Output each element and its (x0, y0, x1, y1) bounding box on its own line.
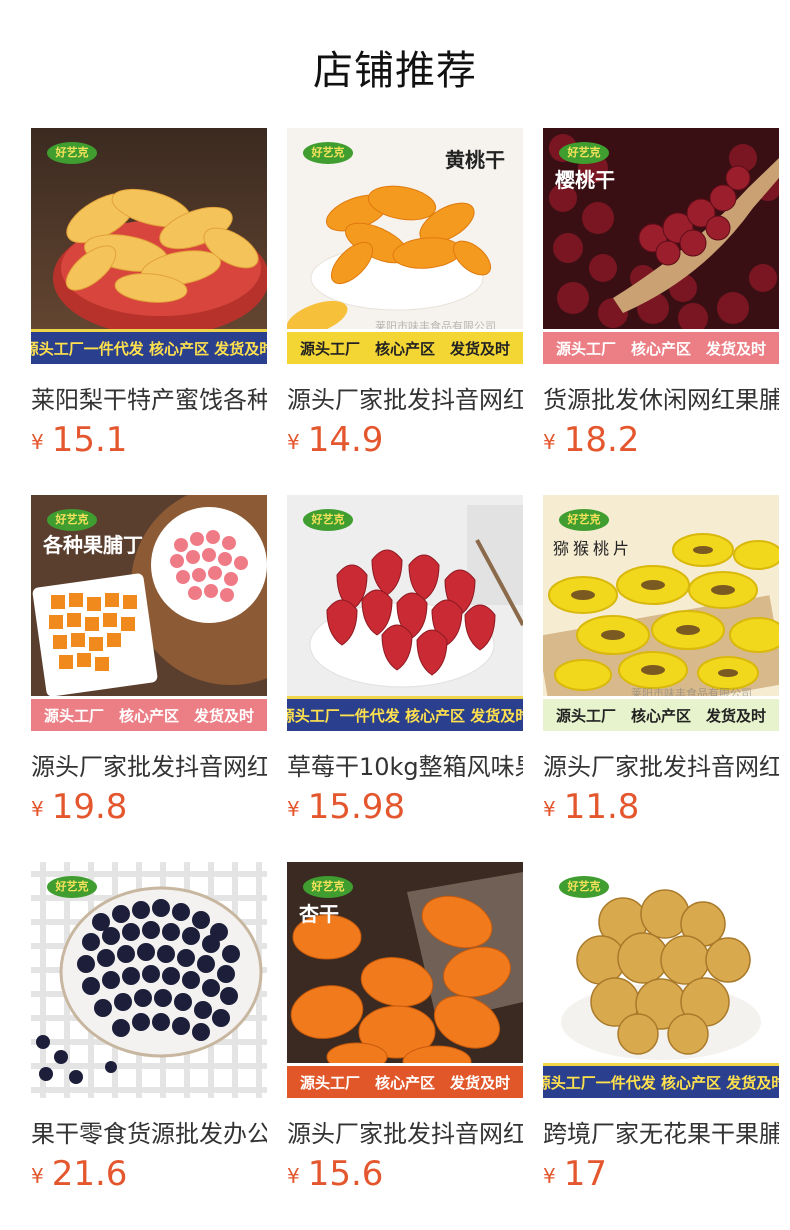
brand-logo: 好艺克 (559, 876, 609, 898)
product-image[interactable]: 好艺克 源头工厂一件代发 核心产区 发货及时 (287, 495, 523, 731)
product-name[interactable]: 跨境厂家无花果干果脯 (543, 1114, 779, 1149)
product-name[interactable]: 源头厂家批发抖音网红 (543, 747, 779, 782)
section-title: 店铺推荐 (313, 48, 477, 94)
product-image[interactable]: 好艺克 黄桃干 莱阳市味丰食品有限公司 源头工厂 核心产区 发货及时 (287, 128, 523, 364)
brand-logo: 好艺克 (47, 509, 97, 531)
price-value: 11.8 (563, 787, 640, 827)
price-value: 15.98 (307, 787, 406, 827)
brand-logo: 好艺克 (47, 876, 97, 898)
product-name[interactable]: 源头厂家批发抖音网红 (287, 380, 523, 415)
product-image[interactable]: 好艺克 猕猴桃片 莱阳市味丰食品有限公司 源头工厂 核心产区 发货及时 (543, 495, 779, 731)
promo-banner: 源头工厂 核心产区 发货及时 (543, 329, 779, 364)
brand-logo: 好艺克 (47, 142, 97, 164)
product-image[interactable]: 好艺克 源头工厂一件代发 核心产区 发货及时 (31, 128, 267, 364)
currency-symbol: ¥ (543, 1164, 556, 1188)
promo-banner: 源头工厂 核心产区 发货及时 (31, 696, 267, 731)
brand-logo: 好艺克 (303, 509, 353, 531)
product-card[interactable]: 好艺克 猕猴桃片 莱阳市味丰食品有限公司 源头工厂 核心产区 发货及时 源头厂家… (543, 495, 779, 827)
currency-symbol: ¥ (543, 797, 556, 821)
promo-banner: 源头工厂 核心产区 发货及时 (287, 1063, 523, 1098)
price-value: 17 (563, 1154, 607, 1194)
product-card[interactable]: 好艺克 樱桃干 源头工厂 核心产区 发货及时 货源批发休闲网红果脯 ¥18.2 (543, 128, 779, 460)
promo-banner: 源头工厂一件代发 核心产区 发货及时 (31, 329, 267, 364)
promo-banner: 源头工厂一件代发 核心产区 发货及时 (287, 696, 523, 731)
image-label: 猕猴桃片 (553, 539, 634, 558)
currency-symbol: ¥ (287, 430, 300, 454)
promo-banner: 源头工厂 核心产区 发货及时 (287, 329, 523, 364)
product-price: ¥15.6 (287, 1154, 383, 1194)
product-card[interactable]: 好艺克 源头工厂一件代发 核心产区 发货及时 莱阳梨干特产蜜饯各种 ¥15.1 (31, 128, 267, 460)
product-image[interactable]: 好艺克 杏干 源头工厂 核心产区 发货及时 (287, 862, 523, 1098)
product-price: ¥17 (543, 1154, 607, 1194)
product-card[interactable]: 好艺克 源头工厂一件代发 核心产区 发货及时 草莓干10kg整箱风味果 ¥15.… (287, 495, 523, 827)
product-name[interactable]: 草莓干10kg整箱风味果 (287, 747, 523, 782)
product-card[interactable]: 好艺克 杏干 源头工厂 核心产区 发货及时 源头厂家批发抖音网红 ¥15.6 (287, 862, 523, 1194)
product-price: ¥18.2 (543, 420, 639, 460)
product-price: ¥15.1 (31, 420, 127, 460)
brand-logo: 好艺克 (559, 509, 609, 531)
currency-symbol: ¥ (287, 1164, 300, 1188)
currency-symbol: ¥ (543, 430, 556, 454)
product-name[interactable]: 果干零食货源批发办公 (31, 1114, 267, 1149)
product-image[interactable]: 好艺克 樱桃干 源头工厂 核心产区 发货及时 (543, 128, 779, 364)
product-price: ¥19.8 (31, 787, 127, 827)
product-card[interactable]: 好艺克 黄桃干 莱阳市味丰食品有限公司 源头工厂 核心产区 发货及时 源头厂家批… (287, 128, 523, 460)
product-name[interactable]: 源头厂家批发抖音网红 (31, 747, 267, 782)
image-label: 各种果脯丁 (43, 533, 143, 557)
currency-symbol: ¥ (31, 797, 44, 821)
product-card[interactable]: 好艺克 果干零食货源批发办公 ¥21.6 (31, 862, 267, 1194)
product-image[interactable]: 好艺克 (31, 862, 267, 1098)
price-value: 15.1 (51, 420, 128, 460)
price-value: 14.9 (307, 420, 384, 460)
image-label: 黄桃干 (445, 148, 505, 172)
promo-banner: 源头工厂一件代发 核心产区 发货及时 (543, 1063, 779, 1098)
price-value: 15.6 (307, 1154, 384, 1194)
product-card[interactable]: 好艺克 源头工厂一件代发 核心产区 发货及时 跨境厂家无花果干果脯 ¥17 (543, 862, 779, 1194)
product-price: ¥14.9 (287, 420, 383, 460)
product-card[interactable]: 好艺克 各种果脯丁 源头工厂 核心产区 发货及时 源头厂家批发抖音网红 ¥19.… (31, 495, 267, 827)
image-label: 杏干 (299, 902, 339, 926)
product-name[interactable]: 源头厂家批发抖音网红 (287, 1114, 523, 1149)
product-name[interactable]: 货源批发休闲网红果脯 (543, 380, 779, 415)
product-image[interactable]: 好艺克 各种果脯丁 源头工厂 核心产区 发货及时 (31, 495, 267, 731)
price-value: 21.6 (51, 1154, 128, 1194)
price-value: 19.8 (51, 787, 128, 827)
brand-logo: 好艺克 (303, 142, 353, 164)
product-price: ¥15.98 (287, 787, 405, 827)
product-image[interactable]: 好艺克 源头工厂一件代发 核心产区 发货及时 (543, 862, 779, 1098)
currency-symbol: ¥ (31, 1164, 44, 1188)
currency-symbol: ¥ (31, 430, 44, 454)
price-value: 18.2 (563, 420, 640, 460)
brand-logo: 好艺克 (303, 876, 353, 898)
product-price: ¥21.6 (31, 1154, 127, 1194)
currency-symbol: ¥ (287, 797, 300, 821)
product-name[interactable]: 莱阳梨干特产蜜饯各种 (31, 380, 267, 415)
brand-logo: 好艺克 (559, 142, 609, 164)
promo-banner: 源头工厂 核心产区 发货及时 (543, 696, 779, 731)
image-label: 樱桃干 (555, 168, 615, 192)
product-price: ¥11.8 (543, 787, 639, 827)
